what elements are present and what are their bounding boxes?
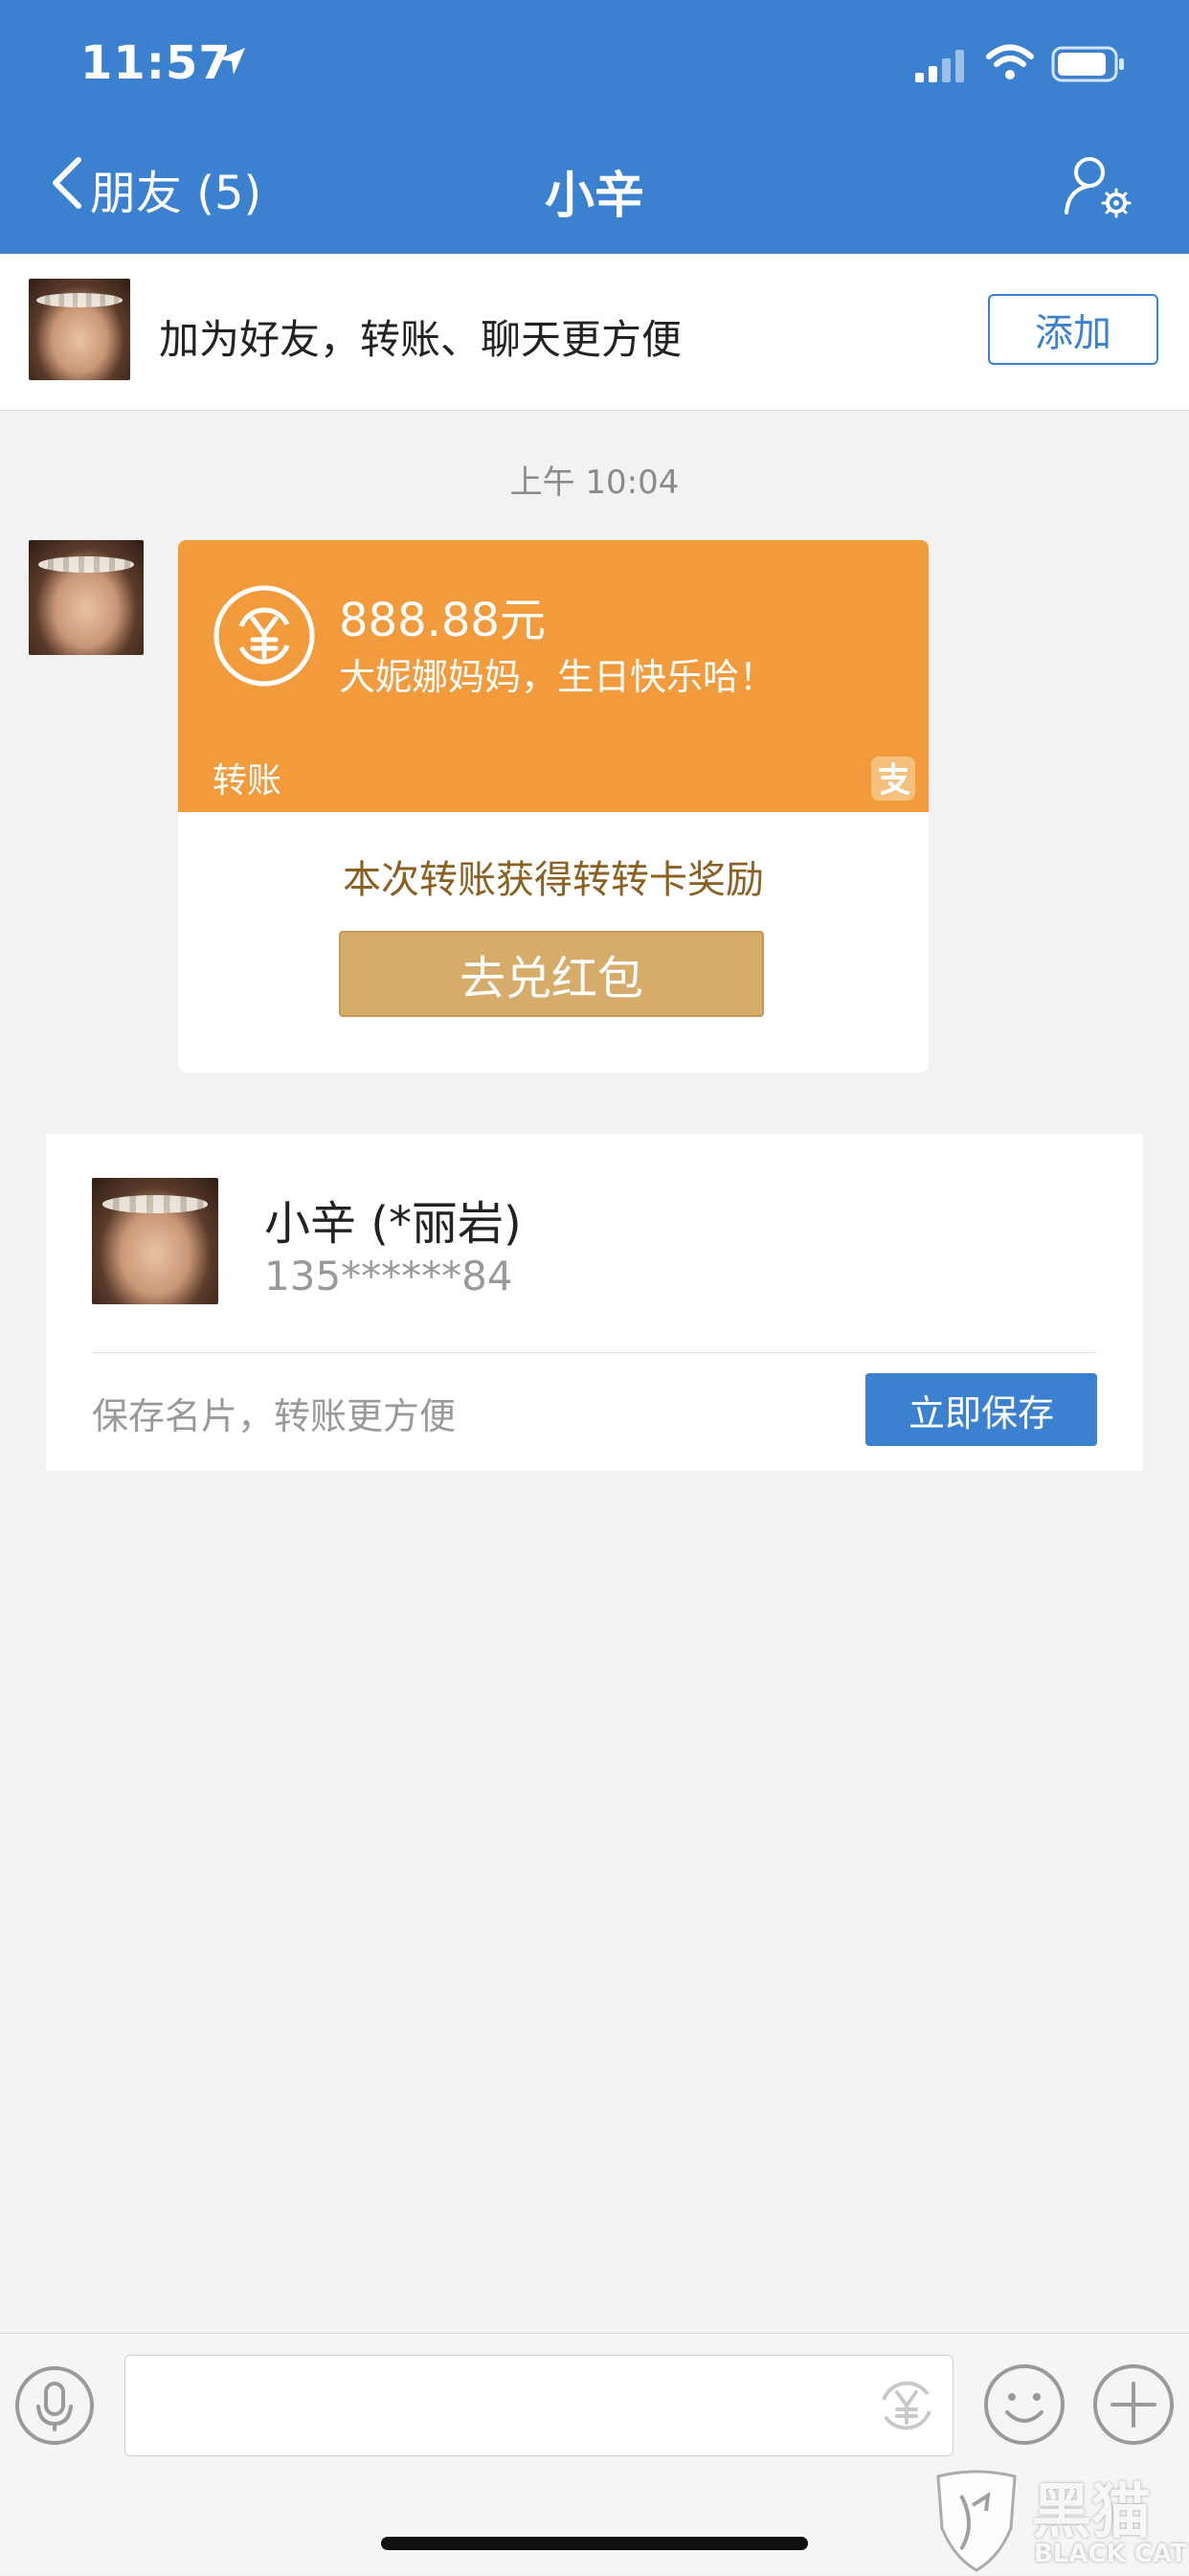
message-timestamp: 上午 10:04: [509, 463, 680, 502]
black-cat-watermark: 黑猫 BLACK CAT: [929, 2461, 1189, 2574]
status-time: 11:57: [80, 36, 232, 90]
watermark-en: BLACK CAT: [1034, 2540, 1187, 2568]
cellular-signal-icon: [915, 50, 969, 86]
transfer-card[interactable]: 888.88元 大妮娜妈妈，生日快乐哈！ 转账 本次转账获得转转卡奖励 去兑红包: [178, 540, 929, 1073]
emoji-icon[interactable]: [982, 2362, 1066, 2451]
transfer-yuan-icon: [213, 584, 316, 691]
add-friend-button[interactable]: 添加: [988, 294, 1158, 365]
add-friend-text: 加为好友，转账、聊天更方便: [159, 316, 683, 363]
contact-phone: 135******84: [264, 1253, 513, 1299]
cat-shield-icon: [929, 2467, 1024, 2576]
transfer-card-header: 888.88元 大妮娜妈妈，生日快乐哈！ 转账: [178, 540, 929, 812]
contact-name: 小辛 (*丽岩): [264, 1197, 522, 1251]
transfer-reward-text: 本次转账获得转转卡奖励: [343, 858, 764, 902]
contact-settings-icon[interactable]: [1061, 153, 1137, 224]
chat-title: 小辛: [544, 168, 644, 225]
top-bar: 11:57 朋友 (5) 小辛: [0, 0, 1189, 254]
save-contact-button[interactable]: 立即保存: [865, 1373, 1097, 1446]
message-input[interactable]: [124, 2355, 953, 2456]
home-indicator: [381, 2537, 808, 2550]
transfer-amount: 888.88元: [339, 594, 546, 647]
wifi-icon: [986, 44, 1034, 86]
save-card-hint: 保存名片，转账更方便: [92, 1395, 457, 1437]
redeem-red-packet-button[interactable]: 去兑红包: [339, 931, 764, 1017]
watermark-zh: 黑猫: [1032, 2476, 1152, 2546]
contact-divider: [92, 1352, 1097, 1353]
transfer-message: 大妮娜妈妈，生日快乐哈！: [339, 656, 776, 698]
avatar: [29, 279, 130, 380]
sender-avatar[interactable]: [29, 540, 144, 655]
location-arrow-icon: [214, 44, 249, 82]
plus-icon[interactable]: [1091, 2362, 1176, 2451]
battery-icon: [1051, 46, 1128, 86]
contact-avatar: [92, 1178, 218, 1304]
contact-card: 小辛 (*丽岩) 135******84 保存名片，转账更方便 立即保存: [46, 1134, 1143, 1471]
alipay-icon: [869, 755, 917, 806]
transfer-shortcut-icon[interactable]: [868, 2367, 945, 2448]
voice-icon[interactable]: [13, 2364, 96, 2451]
transfer-type-label: 转账: [213, 761, 282, 801]
